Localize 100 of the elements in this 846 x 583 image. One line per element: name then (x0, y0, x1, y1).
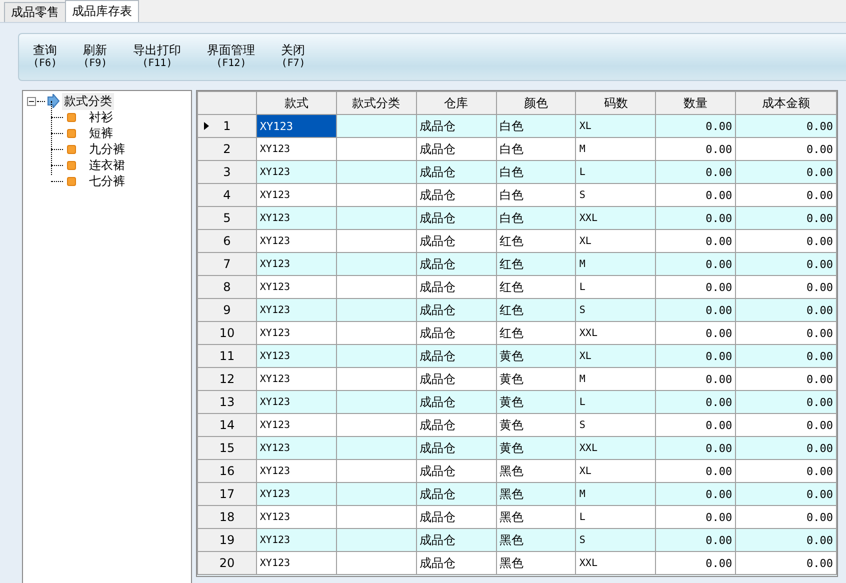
table-cell: M (576, 368, 656, 390)
table-cell: XY123 (256, 114, 336, 138)
table-cell: 成品仓 (416, 138, 496, 160)
table-cell: XY123 (256, 460, 336, 482)
table-cell: 0.00 (656, 184, 736, 206)
row-header[interactable]: 4 (198, 184, 256, 206)
row-header[interactable]: 5 (198, 206, 256, 230)
table-cell: XL (576, 460, 656, 482)
table-cell: XY123 (256, 414, 336, 436)
table-cell: 成品仓 (416, 206, 496, 230)
table-cell: 0.00 (656, 344, 736, 368)
table-cell: L (576, 506, 656, 528)
table-cell: XL (576, 114, 656, 138)
table-cell: 0.00 (736, 160, 836, 184)
table-cell: 成品仓 (416, 322, 496, 344)
tree-item[interactable]: 衬衫 (87, 108, 115, 126)
table-cell: 0.00 (656, 276, 736, 298)
table-cell: 成品仓 (416, 482, 496, 506)
table-cell: 黑色 (496, 482, 576, 506)
table-cell: 0.00 (656, 436, 736, 460)
column-header[interactable]: 款式分类 (336, 92, 416, 114)
row-header[interactable]: 14 (198, 414, 256, 436)
row-header[interactable]: 7 (198, 252, 256, 276)
tree-item[interactable]: 七分裤 (87, 172, 127, 190)
table-cell: 0.00 (656, 114, 736, 138)
column-header[interactable]: 码数 (576, 92, 656, 114)
table-cell: 0.00 (736, 138, 836, 160)
row-header[interactable]: 8 (198, 276, 256, 298)
table-cell: S (576, 184, 656, 206)
table-cell: 0.00 (656, 160, 736, 184)
table-cell: 红色 (496, 322, 576, 344)
table-cell: 0.00 (736, 206, 836, 230)
table-cell: XL (576, 344, 656, 368)
row-header[interactable]: 2 (198, 138, 256, 160)
tab[interactable]: 成品库存表 (65, 0, 139, 22)
table-cell: XY123 (256, 138, 336, 160)
table-cell: 0.00 (656, 390, 736, 414)
column-header[interactable]: 颜色 (496, 92, 576, 114)
table-cell: XXL (576, 206, 656, 230)
table-cell: 黄色 (496, 344, 576, 368)
row-header[interactable]: 9 (198, 298, 256, 322)
collapse-icon[interactable] (27, 96, 36, 106)
toolbar-button[interactable]: 界面管理 (F12) (207, 44, 256, 70)
toolbar-button[interactable]: 查询 (F6) (33, 44, 58, 70)
row-header[interactable]: 10 (198, 322, 256, 344)
toolbar-button[interactable]: 刷新 (F9) (83, 44, 108, 70)
table-cell: XY123 (256, 276, 336, 298)
tree-item[interactable]: 款式分类 (62, 92, 114, 110)
table-cell: M (576, 138, 656, 160)
table-cell: 黄色 (496, 368, 576, 390)
column-header[interactable]: 成本金额 (736, 92, 836, 114)
table-cell: 0.00 (656, 552, 736, 574)
row-header[interactable]: 18 (198, 506, 256, 528)
row-header[interactable]: 12 (198, 368, 256, 390)
tree-item[interactable]: 九分裤 (87, 140, 127, 158)
table-cell: XY123 (256, 344, 336, 368)
table-cell: 成品仓 (416, 252, 496, 276)
toolbar-button[interactable]: 关闭 (F7) (281, 44, 306, 70)
row-header[interactable]: 15 (198, 436, 256, 460)
tab[interactable]: 成品零售 (4, 2, 66, 22)
row-header[interactable]: 20 (198, 552, 256, 574)
table-cell: 成品仓 (416, 114, 496, 138)
table-cell: 成品仓 (416, 230, 496, 252)
toolbar-button[interactable]: 导出打印 (F11) (133, 44, 182, 70)
table-cell: L (576, 276, 656, 298)
table-cell: 0.00 (736, 184, 836, 206)
column-header[interactable]: 数量 (656, 92, 736, 114)
table-cell: XY123 (256, 298, 336, 322)
table-cell: 成品仓 (416, 528, 496, 552)
row-header[interactable]: 3 (198, 160, 256, 184)
table-cell: 白色 (496, 114, 576, 138)
row-header[interactable]: 13 (198, 390, 256, 414)
table-cell: XY123 (256, 528, 336, 552)
column-header[interactable]: 款式 (256, 92, 336, 114)
table-cell: XY123 (256, 506, 336, 528)
table-cell: 0.00 (656, 138, 736, 160)
table-cell: 0.00 (656, 230, 736, 252)
table-cell: 红色 (496, 276, 576, 298)
table-cell: S (576, 414, 656, 436)
table-cell: 黄色 (496, 390, 576, 414)
column-header[interactable]: 仓库 (416, 92, 496, 114)
table-cell: 成品仓 (416, 460, 496, 482)
table-cell: XXL (576, 322, 656, 344)
table-cell: 黄色 (496, 436, 576, 460)
table-cell: XY123 (256, 368, 336, 390)
table-cell: XL (576, 230, 656, 252)
row-header[interactable]: 19 (198, 528, 256, 552)
row-header[interactable]: 16 (198, 460, 256, 482)
tree-item[interactable]: 连衣裙 (87, 156, 127, 174)
table-cell: 0.00 (736, 322, 836, 344)
table-cell: XXL (576, 552, 656, 574)
table-cell: 0.00 (736, 414, 836, 436)
table-cell: XY123 (256, 230, 336, 252)
row-header[interactable]: 6 (198, 230, 256, 252)
row-header[interactable]: 17 (198, 482, 256, 506)
row-header[interactable]: 1 (198, 114, 256, 138)
tree-item[interactable]: 短裤 (87, 124, 115, 142)
table-cell: 红色 (496, 298, 576, 322)
row-header[interactable]: 11 (198, 344, 256, 368)
table-cell: XY123 (256, 436, 336, 460)
